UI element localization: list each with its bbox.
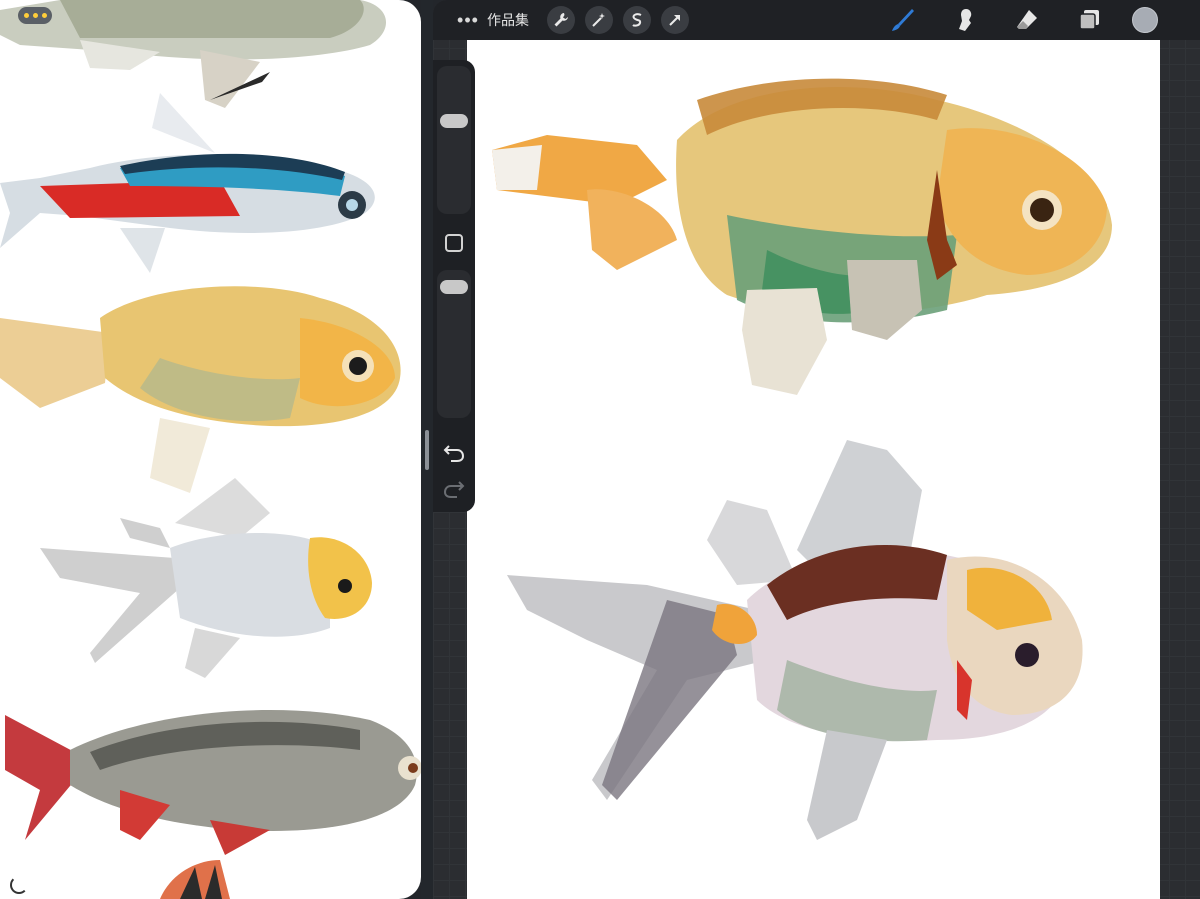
split-view-handle[interactable] xyxy=(425,430,429,470)
loading-spinner-icon xyxy=(10,876,28,894)
color-picker-swatch[interactable] xyxy=(1132,7,1158,33)
brush-size-thumb[interactable] xyxy=(440,114,468,128)
fish-image-ranchu-goldfish xyxy=(0,286,401,493)
redo-icon[interactable] xyxy=(443,478,465,500)
eraser-icon[interactable] xyxy=(1008,0,1046,40)
opacity-slider[interactable] xyxy=(437,270,471,418)
screen: ••• 作品集 xyxy=(0,0,1200,899)
top-toolbar: ••• 作品集 xyxy=(433,0,1200,40)
layers-icon[interactable] xyxy=(1070,0,1108,40)
brush-sidebar xyxy=(433,60,475,512)
three-dots-icon[interactable] xyxy=(18,7,52,24)
painted-goldfish-bottom xyxy=(507,440,1083,840)
wrench-icon[interactable] xyxy=(547,6,575,34)
fish-image-6 xyxy=(160,860,230,899)
brush-size-slider[interactable] xyxy=(437,66,471,214)
drawing-canvas[interactable] xyxy=(467,40,1160,899)
magic-wand-icon[interactable] xyxy=(585,6,613,34)
more-dots-icon[interactable]: ••• xyxy=(451,10,485,31)
fish-image-roach xyxy=(5,710,421,855)
fish-image-neon-tetra xyxy=(0,93,375,273)
fish-image-oranda xyxy=(40,478,372,678)
opacity-thumb[interactable] xyxy=(440,280,468,294)
modify-button[interactable] xyxy=(445,234,463,252)
painted-goldfish-top xyxy=(492,78,1112,395)
undo-icon[interactable] xyxy=(443,442,465,464)
reference-image-panel[interactable] xyxy=(0,0,421,899)
painted-goldfish-artwork xyxy=(492,78,1112,840)
brush-icon[interactable] xyxy=(884,0,922,40)
gallery-button[interactable]: 作品集 xyxy=(487,10,529,30)
transform-arrow-icon[interactable] xyxy=(661,6,689,34)
procreate-window: ••• 作品集 xyxy=(433,0,1200,899)
selection-icon[interactable] xyxy=(623,6,651,34)
smudge-icon[interactable] xyxy=(946,0,984,40)
